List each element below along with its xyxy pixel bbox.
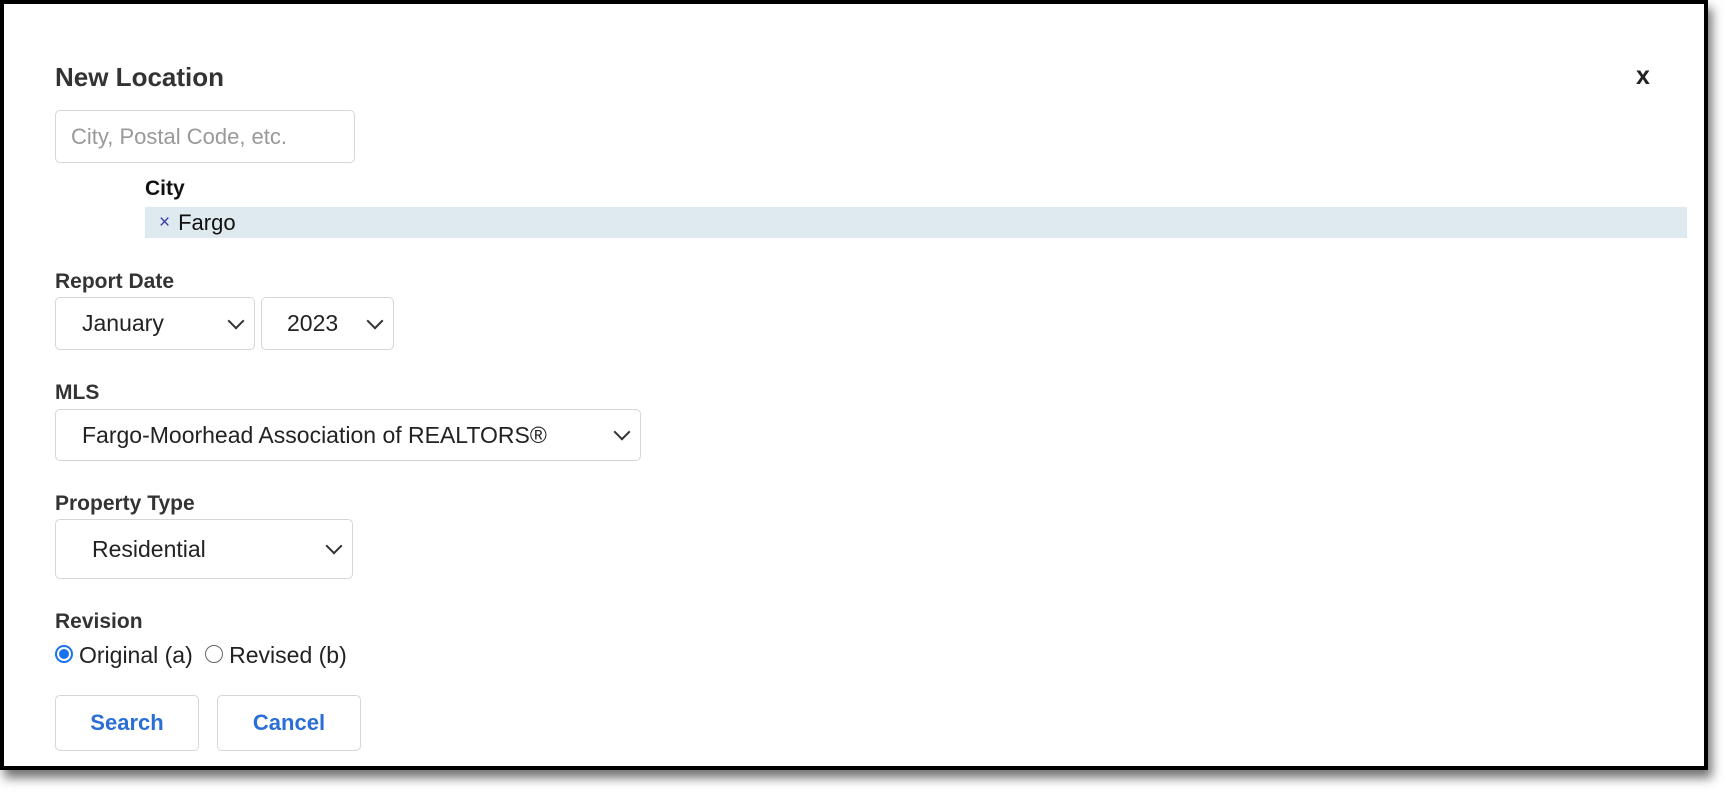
selected-city-label: Fargo bbox=[178, 209, 236, 235]
cancel-button[interactable]: Cancel bbox=[217, 695, 361, 751]
chevron-down-icon bbox=[227, 312, 245, 329]
revision-revised-option[interactable]: Revised (b) bbox=[205, 642, 347, 668]
mls-label: MLS bbox=[55, 381, 100, 404]
mls-value: Fargo-Moorhead Association of REALTORS® bbox=[82, 421, 547, 448]
revision-label: Revision bbox=[55, 610, 143, 633]
dialog-title: New Location bbox=[55, 62, 225, 92]
revision-original-option[interactable]: Original (a) bbox=[55, 642, 193, 668]
revision-options: Original (a) Revised (b) bbox=[55, 642, 347, 669]
report-date-label: Report Date bbox=[55, 270, 175, 293]
chevron-down-icon bbox=[613, 423, 631, 441]
month-value: January bbox=[82, 310, 164, 336]
chevron-down-icon bbox=[366, 312, 384, 329]
close-button[interactable]: x bbox=[1636, 62, 1650, 91]
property-type-label: Property Type bbox=[55, 492, 195, 515]
mls-select[interactable]: Fargo-Moorhead Association of REALTORS® bbox=[55, 409, 641, 461]
radio-unchecked-icon[interactable] bbox=[205, 644, 224, 663]
property-type-value: Residential bbox=[92, 535, 206, 562]
month-select[interactable]: January bbox=[55, 297, 255, 350]
location-search-input[interactable] bbox=[55, 110, 355, 163]
city-group-label: City bbox=[145, 177, 185, 200]
property-type-select[interactable]: Residential bbox=[55, 519, 353, 579]
chevron-down-icon bbox=[325, 537, 343, 555]
search-button[interactable]: Search bbox=[55, 695, 199, 751]
year-value: 2023 bbox=[287, 310, 339, 336]
selected-city-item: × Fargo bbox=[145, 207, 1687, 238]
remove-icon[interactable]: × bbox=[159, 212, 170, 234]
radio-checked-icon[interactable] bbox=[55, 644, 73, 663]
year-select[interactable]: 2023 bbox=[261, 297, 394, 350]
